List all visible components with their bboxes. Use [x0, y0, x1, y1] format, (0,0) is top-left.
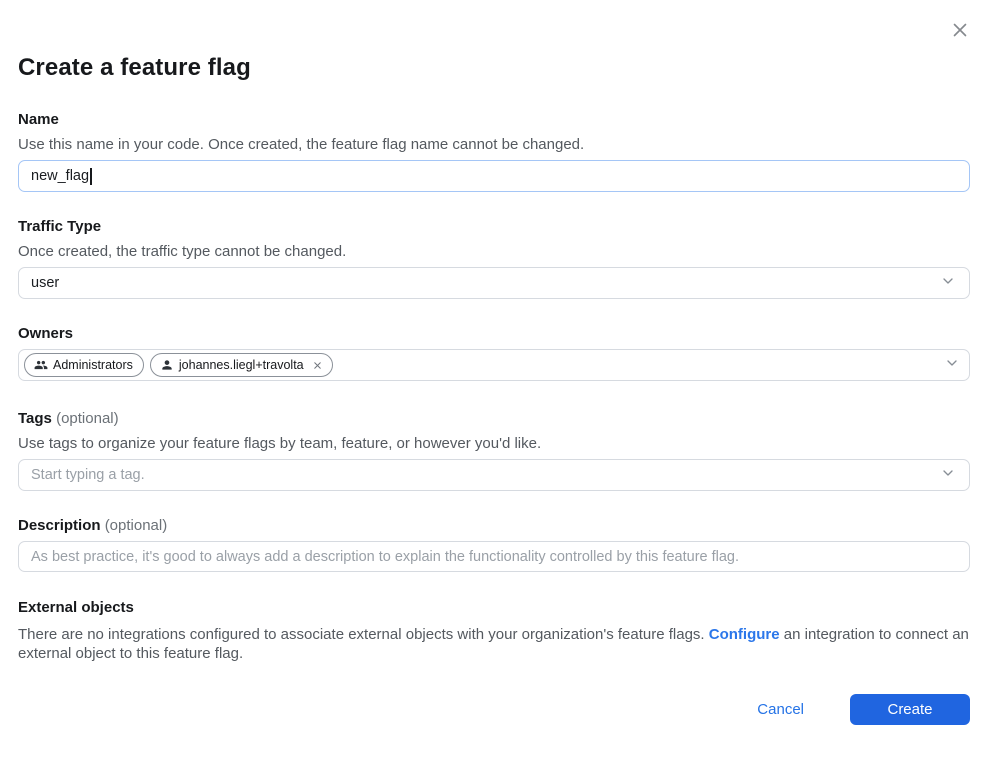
create-feature-flag-dialog: Create a feature flag Name Use this name…	[0, 0, 988, 763]
owners-select[interactable]: Administrators johannes.liegl+travolta	[18, 349, 970, 381]
description-label-text: Description	[18, 517, 101, 534]
owners-label: Owners	[18, 324, 970, 344]
traffic-type-label: Traffic Type	[18, 217, 970, 237]
owners-chips: Administrators johannes.liegl+travolta	[24, 353, 944, 377]
tags-label-text: Tags	[18, 410, 52, 427]
person-icon	[160, 358, 174, 372]
dialog-title: Create a feature flag	[18, 0, 970, 83]
owner-chip-administrators[interactable]: Administrators	[24, 353, 144, 377]
traffic-type-help-text: Once created, the traffic type cannot be…	[18, 242, 970, 262]
cancel-button[interactable]: Cancel	[757, 701, 804, 718]
chevron-down-icon	[940, 465, 956, 485]
tags-label: Tags (optional)	[18, 409, 970, 429]
chevron-down-icon	[944, 355, 960, 375]
owner-chip-label: johannes.liegl+travolta	[179, 358, 304, 372]
tags-optional-text: (optional)	[56, 410, 119, 427]
chevron-down-icon	[940, 273, 956, 293]
description-label: Description (optional)	[18, 516, 970, 536]
configure-link[interactable]: Configure	[709, 626, 780, 643]
create-button[interactable]: Create	[850, 694, 970, 725]
description-input[interactable]	[18, 541, 970, 572]
remove-owner-icon[interactable]	[311, 358, 325, 372]
tags-help-text: Use tags to organize your feature flags …	[18, 434, 970, 454]
tags-placeholder: Start typing a tag.	[31, 467, 145, 483]
close-icon[interactable]	[944, 14, 976, 46]
dialog-footer: Cancel Create	[757, 694, 970, 725]
group-icon	[34, 358, 48, 372]
description-optional-text: (optional)	[105, 517, 168, 534]
external-objects-text-before: There are no integrations configured to …	[18, 626, 709, 643]
name-help-text: Use this name in your code. Once created…	[18, 135, 970, 155]
owner-chip-label: Administrators	[53, 358, 133, 372]
traffic-type-select[interactable]: user	[18, 267, 970, 299]
text-caret	[90, 168, 92, 185]
external-objects-text: There are no integrations configured to …	[18, 626, 970, 663]
tags-select[interactable]: Start typing a tag.	[18, 459, 970, 491]
owner-chip-johannes[interactable]: johannes.liegl+travolta	[150, 353, 333, 377]
external-objects-label: External objects	[18, 598, 970, 618]
name-label: Name	[18, 110, 970, 130]
traffic-type-value: user	[31, 275, 59, 291]
name-input-value: new_flag	[31, 168, 89, 184]
name-input[interactable]: new_flag	[18, 160, 970, 192]
